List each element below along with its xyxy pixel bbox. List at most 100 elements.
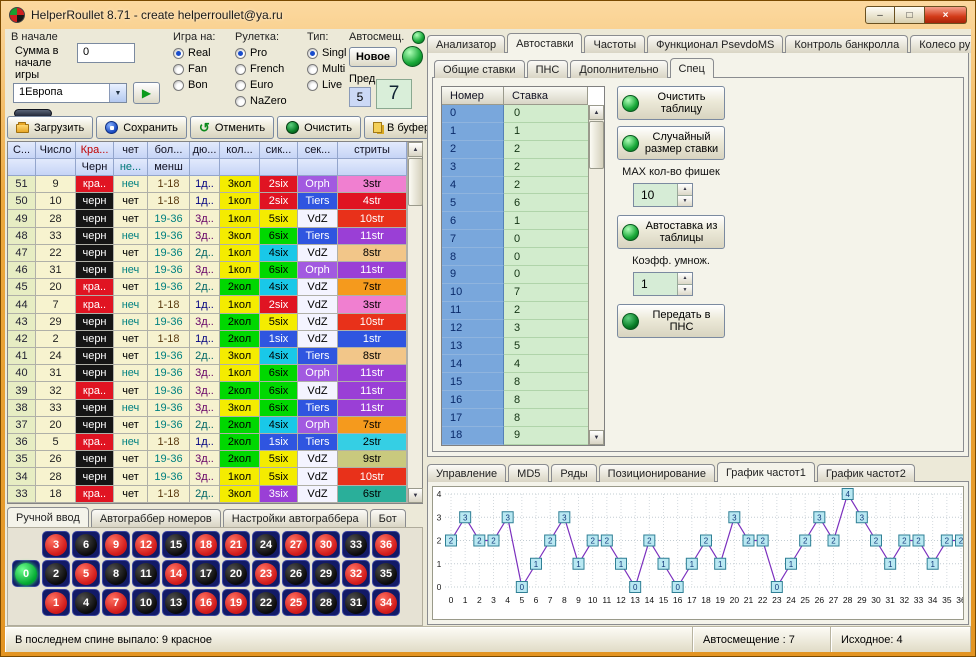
subtab-общие-ставки[interactable]: Общие ставки <box>434 60 525 78</box>
number-28[interactable]: 28 <box>312 589 340 616</box>
tab-график-частот1[interactable]: График частот1 <box>717 462 815 482</box>
number-3[interactable]: 3 <box>42 531 70 558</box>
scroll-up-icon[interactable]: ▲ <box>589 105 604 120</box>
spinner-down-icon[interactable]: ▼ <box>678 196 692 207</box>
table-row[interactable]: 3526чернчет19-363д..2кол5sixVdZ9str <box>8 451 407 468</box>
number-33[interactable]: 33 <box>342 531 370 558</box>
number-14[interactable]: 14 <box>162 560 190 587</box>
clear-table-button[interactable]: Очистить таблицу <box>617 86 725 120</box>
number-1[interactable]: 1 <box>42 589 70 616</box>
tab-ряды[interactable]: Ряды <box>551 464 596 482</box>
table-row[interactable]: 61 <box>442 212 588 230</box>
spinner-up-icon[interactable]: ▲ <box>678 184 692 196</box>
table-row[interactable]: 135 <box>442 338 588 356</box>
number-11[interactable]: 11 <box>132 560 160 587</box>
chevron-down-icon[interactable]: ▼ <box>109 84 126 102</box>
number-12[interactable]: 12 <box>132 531 160 558</box>
table-row[interactable]: 4722чернчет19-362д..1кол4sixVdZ8str <box>8 245 407 262</box>
table-row[interactable]: 4631черннеч19-363д..1кол6sixOrph11str <box>8 262 407 279</box>
toolbar-button-4[interactable]: Очистить <box>277 116 361 139</box>
subtab-дополнительно[interactable]: Дополнительно <box>570 60 667 78</box>
autoshift-sphere-icon[interactable] <box>402 46 423 67</box>
coef-spinner[interactable]: 1 ▲ ▼ <box>633 272 693 296</box>
number-36[interactable]: 36 <box>372 531 400 558</box>
table-select[interactable]: 1Европа ▼ <box>13 83 127 103</box>
scrollbar-thumb[interactable] <box>408 158 423 206</box>
number-31[interactable]: 31 <box>342 589 370 616</box>
radio-bon[interactable]: Bon <box>173 78 233 92</box>
table-row[interactable]: 365кра..неч1-181д..2кол1sixTiers2str <box>8 434 407 451</box>
table-row[interactable]: 3318кра..чет1-182д..3кол3sixVdZ6str <box>8 486 407 503</box>
subtab-спец[interactable]: Спец <box>670 58 714 78</box>
number-9[interactable]: 9 <box>102 531 130 558</box>
number-18[interactable]: 18 <box>192 531 220 558</box>
maximize-button[interactable]: □ <box>895 6 925 24</box>
toolbar-button-3[interactable]: ↺Отменить <box>190 116 274 139</box>
radio-nazero[interactable]: NaZero <box>235 94 305 108</box>
number-34[interactable]: 34 <box>372 589 400 616</box>
scroll-down-icon[interactable]: ▼ <box>589 430 604 445</box>
radio-real[interactable]: Real <box>173 46 233 60</box>
table-row[interactable]: 3428чернчет19-363д..1кол5sixVdZ10str <box>8 468 407 485</box>
radio-pro[interactable]: Pro <box>235 46 305 60</box>
table-row[interactable]: 189 <box>442 427 588 445</box>
radio-french[interactable]: French <box>235 62 305 76</box>
tab-анализатор[interactable]: Анализатор <box>427 35 505 53</box>
table-row[interactable]: 11 <box>442 123 588 141</box>
table-row[interactable]: 3932кра..чет19-363д..2кол6sixVdZ11str <box>8 382 407 399</box>
tab-позиционирование[interactable]: Позиционирование <box>599 464 715 482</box>
number-23[interactable]: 23 <box>252 560 280 587</box>
send-to-pns-button[interactable]: Передать в ПНС <box>617 304 725 338</box>
table-row[interactable]: 56 <box>442 194 588 212</box>
number-16[interactable]: 16 <box>192 589 220 616</box>
toolbar-button-1[interactable]: Загрузить <box>7 116 93 139</box>
spinner-up-icon[interactable]: ▲ <box>678 273 692 285</box>
scroll-down-icon[interactable]: ▼ <box>408 488 423 503</box>
table-row[interactable]: 519кра..неч1-181д..3кол2sixOrph3str <box>8 176 407 193</box>
history-table-scrollbar[interactable]: ▲ ▼ <box>407 142 422 503</box>
number-15[interactable]: 15 <box>162 531 190 558</box>
tab-функционал-psevdoms[interactable]: Функционал PsevdoMS <box>647 35 783 53</box>
table-row[interactable]: 90 <box>442 266 588 284</box>
number-32[interactable]: 32 <box>342 560 370 587</box>
number-29[interactable]: 29 <box>312 560 340 587</box>
number-27[interactable]: 27 <box>282 531 310 558</box>
table-row[interactable]: 4928чернчет19-363д..1кол5sixVdZ10str <box>8 210 407 227</box>
number-17[interactable]: 17 <box>192 560 220 587</box>
number-24[interactable]: 24 <box>252 531 280 558</box>
number-5[interactable]: 5 <box>72 560 100 587</box>
number-35[interactable]: 35 <box>372 560 400 587</box>
tab-управление[interactable]: Управление <box>427 464 506 482</box>
radio-fan[interactable]: Fan <box>173 62 233 76</box>
minimize-button[interactable]: – <box>865 6 895 24</box>
number-30[interactable]: 30 <box>312 531 340 558</box>
table-row[interactable]: 4833черннеч19-363д..3кол6sixTiers11str <box>8 228 407 245</box>
number-13[interactable]: 13 <box>162 589 190 616</box>
tab-контроль-банкролла[interactable]: Контроль банкролла <box>785 35 908 53</box>
table-row[interactable]: 447кра..неч1-181д..1кол2sixVdZ3str <box>8 296 407 313</box>
number-6[interactable]: 6 <box>72 531 100 558</box>
scrollbar-thumb[interactable] <box>589 121 604 169</box>
tab-ручной-ввод[interactable]: Ручной ввод <box>7 507 89 527</box>
close-button[interactable]: × <box>925 6 967 24</box>
number-2[interactable]: 2 <box>42 560 70 587</box>
number-19[interactable]: 19 <box>222 589 250 616</box>
tab-md5[interactable]: MD5 <box>508 464 549 482</box>
table-row[interactable]: 80 <box>442 248 588 266</box>
table-row[interactable]: 178 <box>442 409 588 427</box>
spinner-down-icon[interactable]: ▼ <box>678 285 692 296</box>
number-20[interactable]: 20 <box>222 560 250 587</box>
table-row[interactable]: 32 <box>442 159 588 177</box>
subtab-пнс[interactable]: ПНС <box>527 60 569 78</box>
scroll-up-icon[interactable]: ▲ <box>408 142 423 157</box>
tab-частоты[interactable]: Частоты <box>584 35 645 53</box>
table-row[interactable]: 422чернчет1-181д..2кол1sixVdZ1str <box>8 331 407 348</box>
table-row[interactable]: 4329черннеч19-363д..2кол5sixVdZ10str <box>8 314 407 331</box>
table-row[interactable]: 70 <box>442 230 588 248</box>
titlebar[interactable]: HelperRoullet 8.71 - create helperroulle… <box>1 1 975 29</box>
number-26[interactable]: 26 <box>282 560 310 587</box>
number-10[interactable]: 10 <box>132 589 160 616</box>
table-row[interactable]: 107 <box>442 284 588 302</box>
bet-table-scrollbar[interactable]: ▲ ▼ <box>588 105 604 445</box>
number-4[interactable]: 4 <box>72 589 100 616</box>
